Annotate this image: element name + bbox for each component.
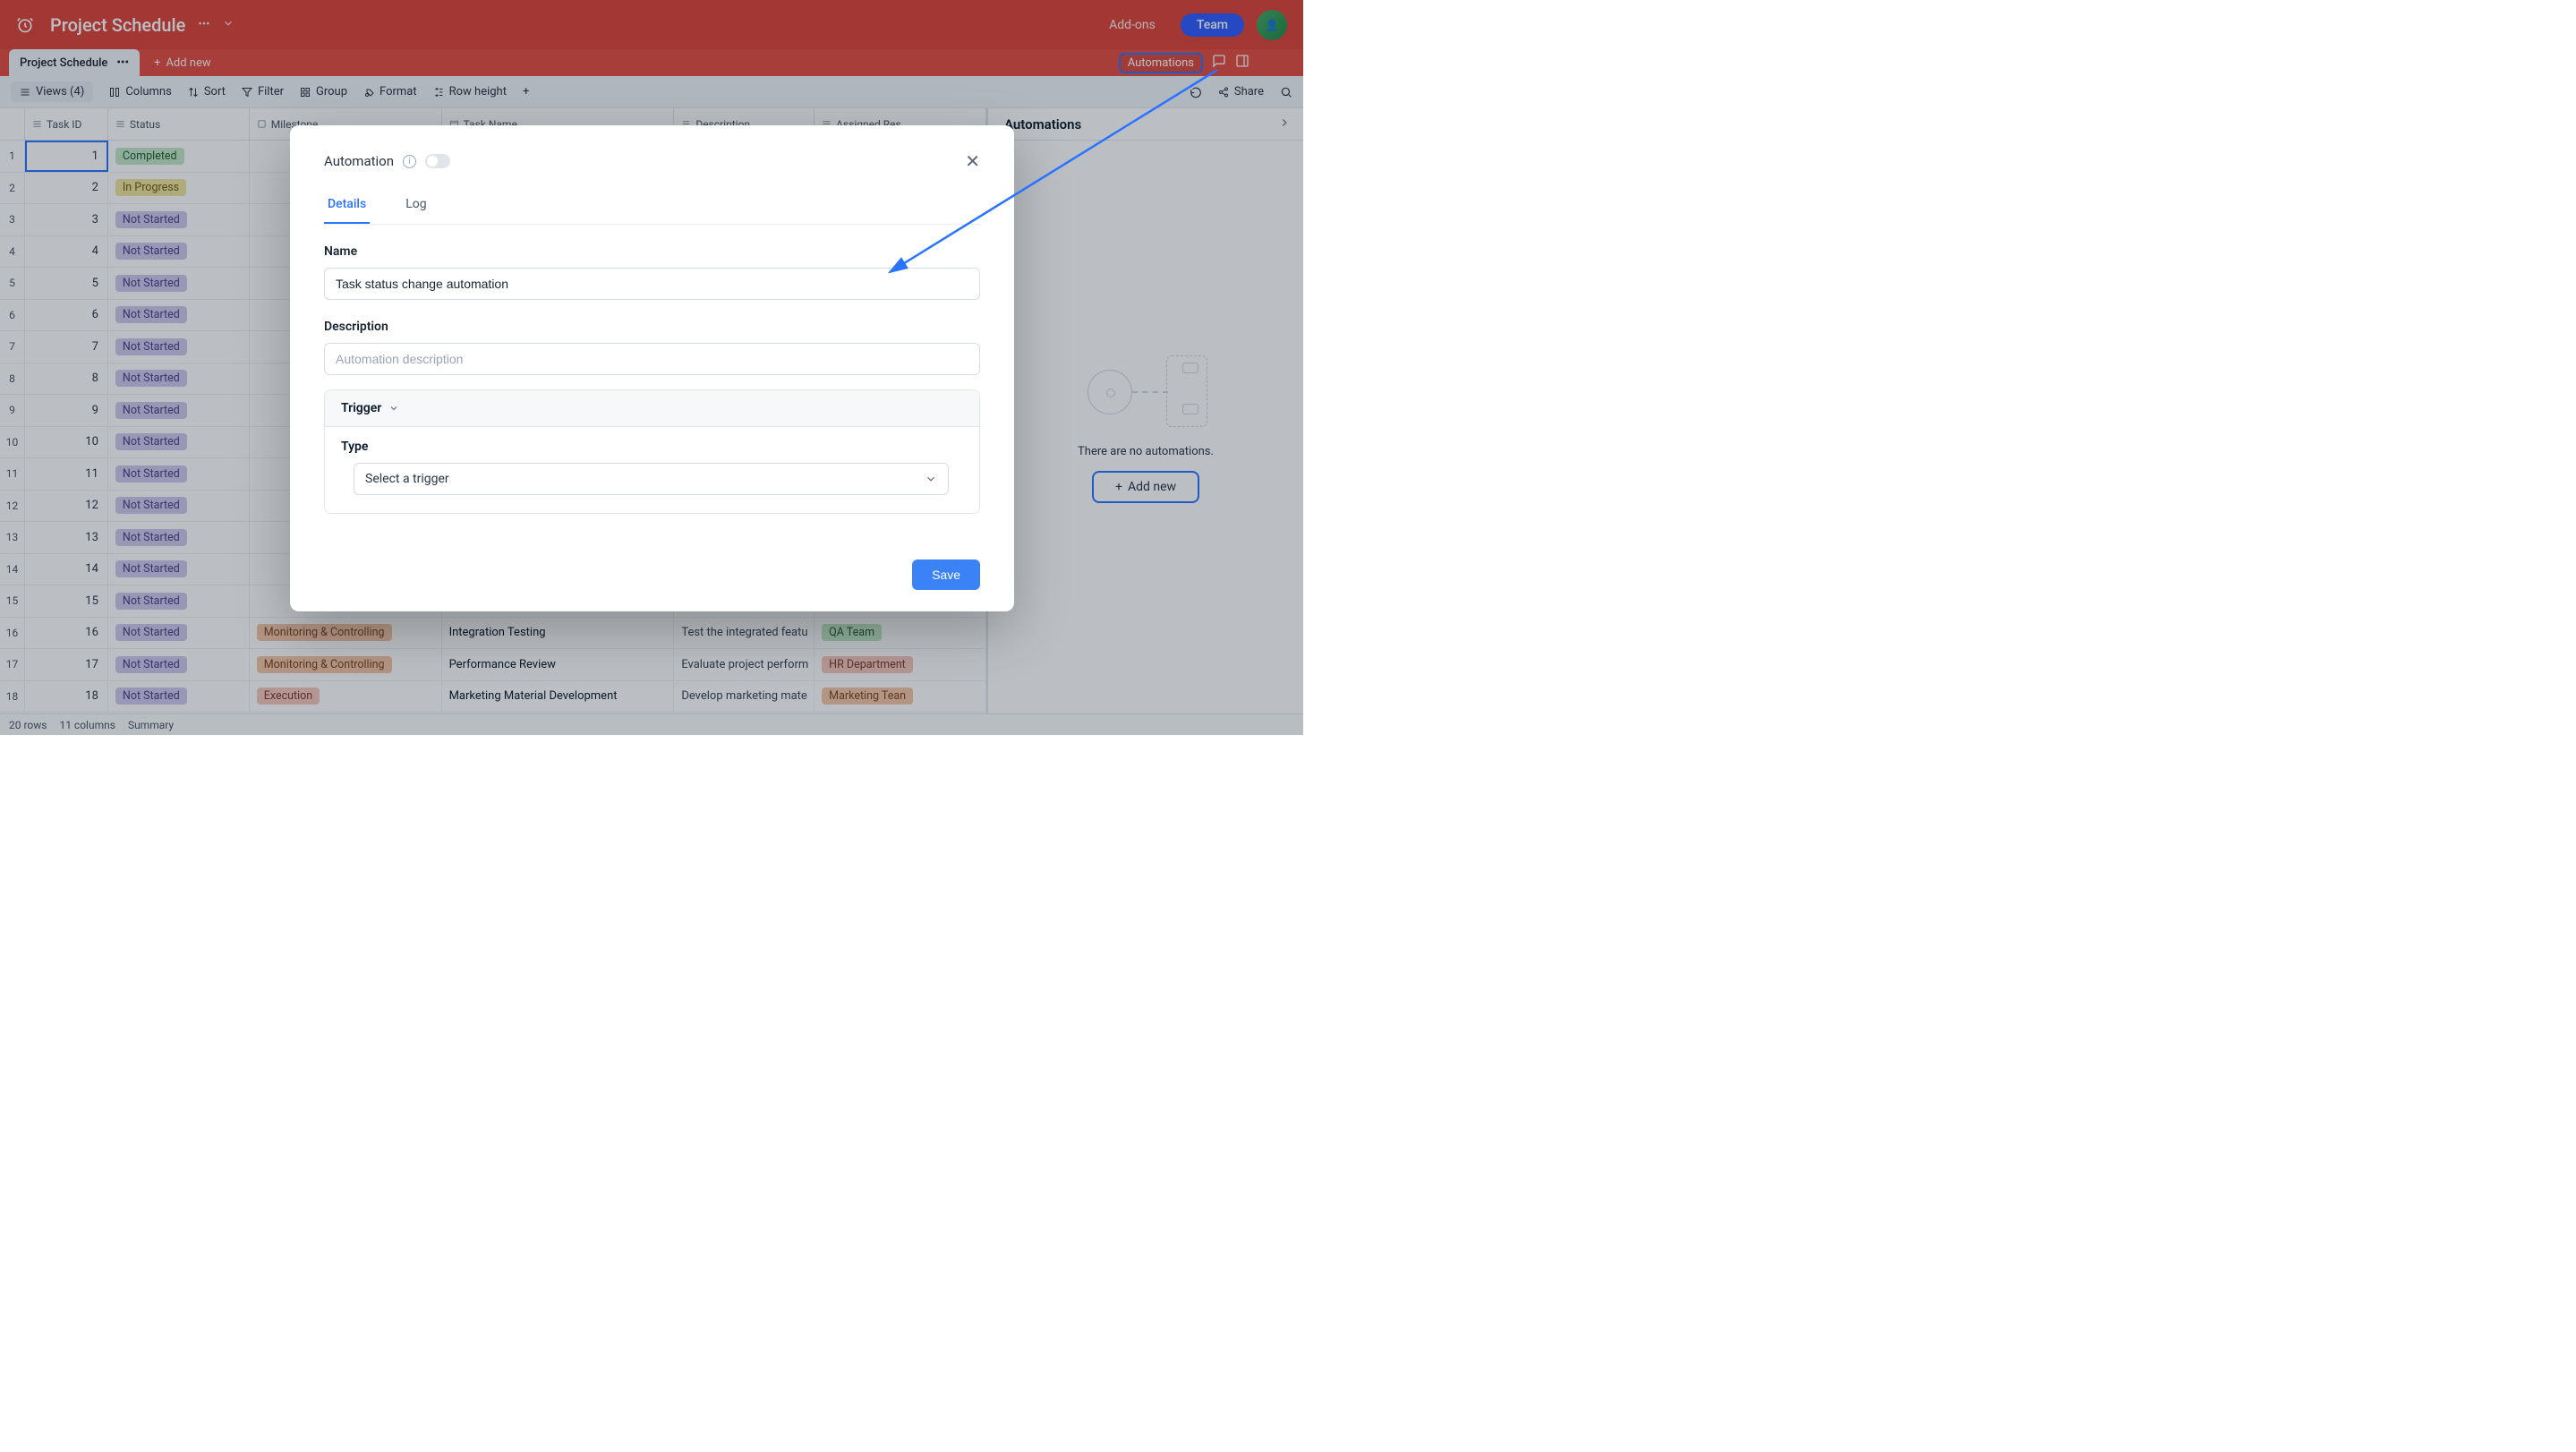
select-placeholder: Select a trigger [365, 472, 449, 486]
info-icon[interactable]: i [403, 155, 416, 168]
tab-log[interactable]: Log [402, 188, 430, 224]
automation-modal: Automation i ✕ Details Log Name Descript… [290, 125, 1014, 611]
close-icon[interactable]: ✕ [965, 150, 980, 172]
trigger-section-toggle[interactable]: Trigger [325, 390, 979, 427]
modal-title: Automation [324, 153, 394, 169]
description-label: Description [324, 320, 980, 334]
description-input[interactable] [324, 343, 980, 375]
enable-toggle[interactable] [425, 154, 450, 168]
name-input[interactable] [324, 268, 980, 300]
save-button[interactable]: Save [912, 559, 980, 590]
type-label: Type [341, 440, 963, 454]
chevron-down-icon [925, 473, 937, 485]
trigger-type-select[interactable]: Select a trigger [354, 463, 949, 495]
name-label: Name [324, 244, 980, 259]
tab-details[interactable]: Details [324, 188, 370, 224]
chevron-down-icon [388, 403, 399, 414]
trigger-label: Trigger [341, 401, 381, 415]
